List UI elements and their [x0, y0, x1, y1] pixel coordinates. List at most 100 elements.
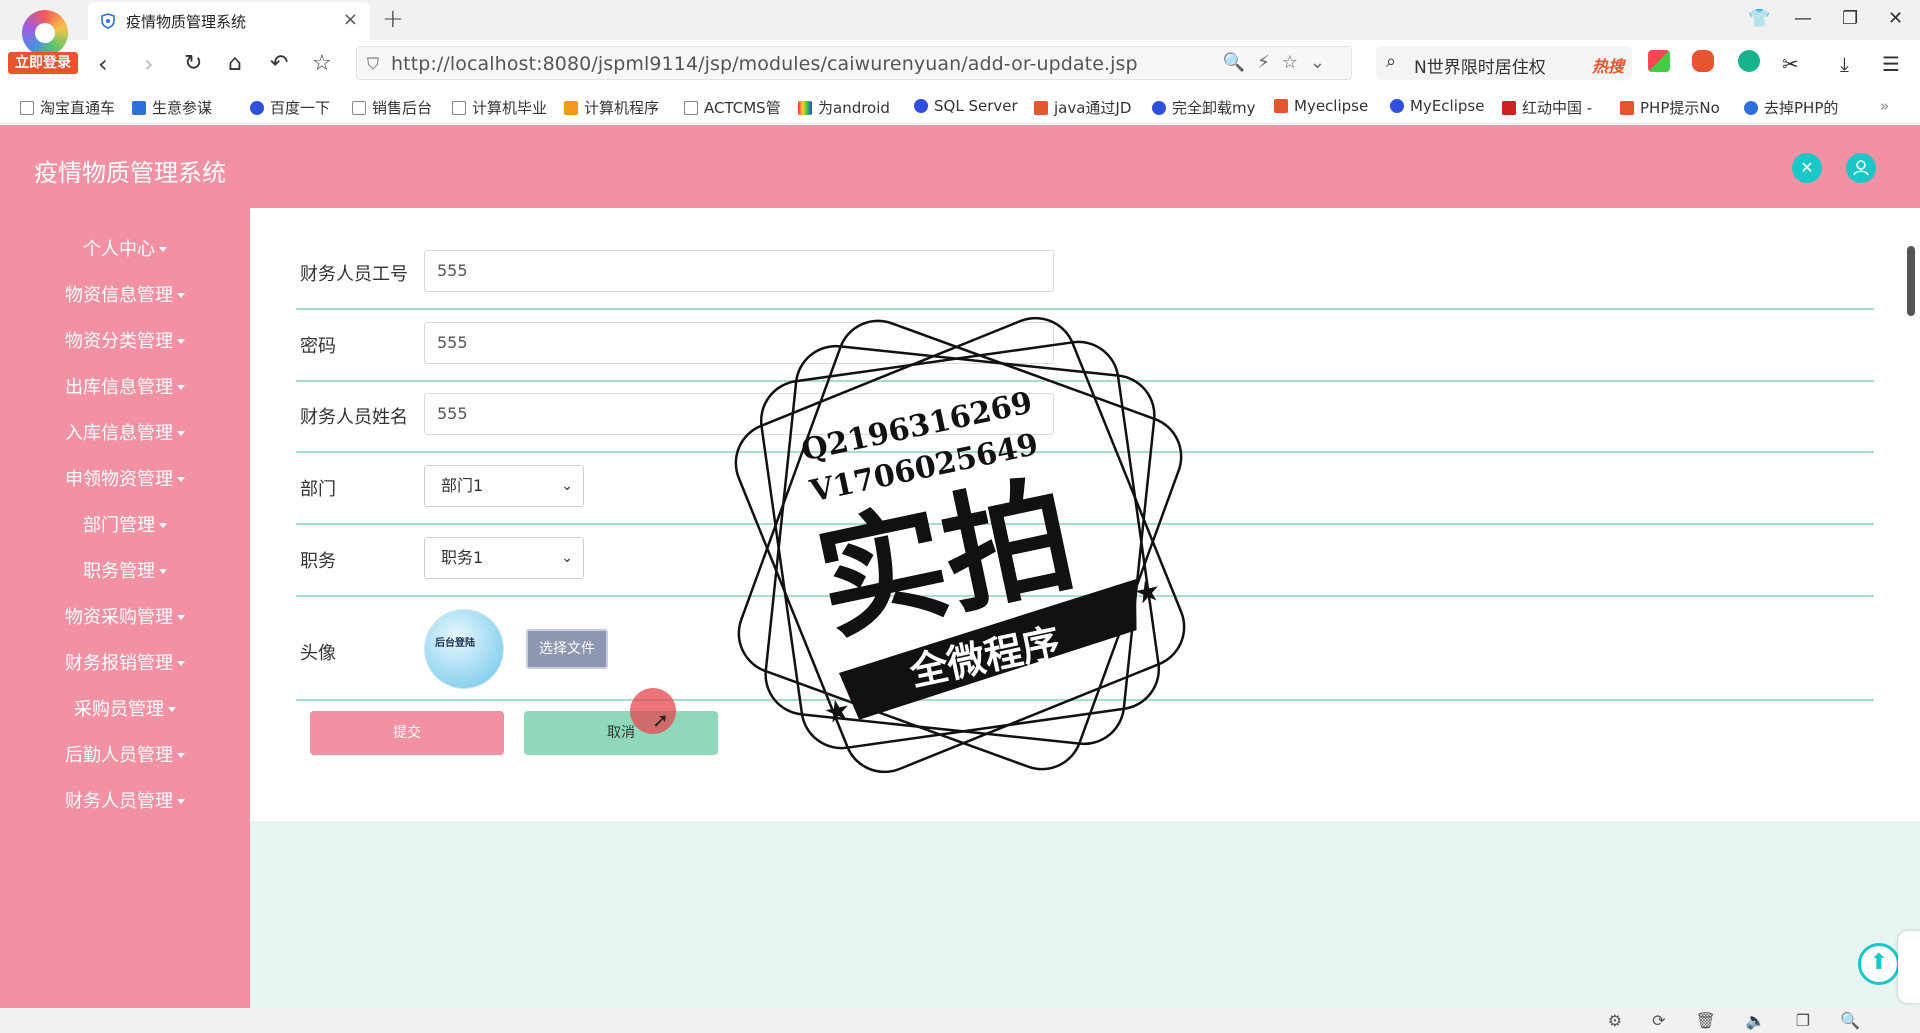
- address-bar-tools-icon[interactable]: 🔍⚡☆⌄: [1223, 52, 1337, 73]
- user-icon[interactable]: [1846, 153, 1876, 183]
- bookmark-item[interactable]: 生意参谋: [132, 97, 212, 118]
- csdn-icon: [1034, 101, 1048, 115]
- forward-icon[interactable]: ›: [144, 50, 154, 78]
- sidebar-item-department[interactable]: 部门管理: [0, 503, 250, 549]
- sidebar-item-profile[interactable]: 个人中心: [0, 227, 250, 273]
- app-header: 疫情物质管理系统 ✕: [0, 125, 1920, 208]
- department-label: 部门: [300, 479, 336, 500]
- site-info-icon[interactable]: ⛉: [367, 54, 379, 74]
- csdn-icon: [1620, 101, 1634, 115]
- browser-statusbar: ⚙⟳🗑🔈❐🔍: [0, 1008, 1920, 1033]
- bookmark-item[interactable]: 完全卸载my: [1152, 97, 1256, 118]
- form-row-password: 密码 555: [296, 322, 1874, 382]
- baidu-icon: [914, 99, 928, 113]
- sidebar-item-position[interactable]: 职务管理: [0, 549, 250, 595]
- download-icon[interactable]: ⤓: [1840, 50, 1849, 78]
- bookmark-item[interactable]: SQL Server: [914, 97, 1018, 115]
- sidebar-item-finance-staff[interactable]: 财务人员管理: [0, 779, 250, 825]
- bookmark-item[interactable]: 百度一下: [250, 97, 330, 118]
- side-float-badge[interactable]: [1898, 931, 1920, 1003]
- sidebar-item-inbound[interactable]: 入库信息管理: [0, 411, 250, 457]
- sidebar-item-material-info[interactable]: 物资信息管理: [0, 273, 250, 319]
- login-badge[interactable]: 立即登录: [8, 52, 78, 74]
- position-select[interactable]: 职务1 ⌄: [424, 537, 584, 579]
- caret-down-icon: [177, 799, 185, 804]
- taobao-icon: [564, 101, 578, 115]
- form-row-staff-id: 财务人员工号 555: [296, 250, 1874, 310]
- address-url[interactable]: http://localhost:8080/jspml9114/jsp/modu…: [391, 53, 1138, 75]
- search-box[interactable]: ⌕ N世界限时居住权 热搜: [1376, 46, 1632, 80]
- bookmark-item[interactable]: 去掉PHP的: [1744, 97, 1838, 118]
- page-icon: [352, 101, 366, 115]
- window-close-icon[interactable]: ✕: [1888, 8, 1903, 29]
- bookmark-item[interactable]: Myeclipse: [1274, 97, 1368, 115]
- department-select[interactable]: 部门1 ⌄: [424, 465, 584, 507]
- bookmark-item[interactable]: 计算机毕业: [452, 97, 547, 118]
- form-row-name: 财务人员姓名 555: [296, 393, 1874, 453]
- search-text[interactable]: N世界限时居住权: [1414, 53, 1546, 78]
- avatar-preview: 后台登陆: [424, 609, 504, 689]
- form-row-avatar: 头像 后台登陆 选择文件: [296, 609, 1874, 701]
- name-input[interactable]: 555: [424, 393, 1054, 435]
- form-row-position: 职务 职务1 ⌄: [296, 537, 1874, 597]
- bookmark-item[interactable]: java通过JD: [1034, 97, 1131, 118]
- home-icon[interactable]: ⌂: [228, 50, 242, 78]
- main-content: 财务人员工号 555 密码 555 财务人员姓名 555 部门 部门1 ⌄ 职务…: [250, 208, 1920, 1008]
- scrollbar-thumb[interactable]: [1907, 246, 1915, 316]
- scroll-to-top-button[interactable]: ⬆: [1858, 943, 1900, 985]
- bookmark-star-icon[interactable]: ☆: [312, 50, 332, 78]
- site-icon: [1744, 101, 1758, 115]
- new-tab-button[interactable]: +: [382, 4, 404, 34]
- position-label: 职务: [300, 551, 336, 572]
- game-icon[interactable]: [1692, 50, 1714, 72]
- avatar-label: 头像: [300, 643, 336, 664]
- site-icon: [798, 101, 812, 115]
- password-input[interactable]: 555: [424, 322, 1054, 364]
- address-bar[interactable]: ⛉ http://localhost:8080/jspml9114/jsp/mo…: [356, 46, 1352, 80]
- choose-file-button[interactable]: 选择文件: [526, 629, 608, 669]
- site-icon: [1502, 101, 1516, 115]
- browser-logo-icon: [22, 10, 68, 56]
- bookmark-item[interactable]: ACTCMS管: [684, 97, 781, 118]
- bookmark-item[interactable]: MyEclipse: [1390, 97, 1484, 115]
- bookmark-item[interactable]: 红动中国 -: [1502, 97, 1592, 118]
- bookmark-item[interactable]: PHP提示No: [1620, 97, 1720, 118]
- menu-icon[interactable]: ☰: [1882, 50, 1900, 78]
- cancel-button[interactable]: 取消: [524, 711, 718, 755]
- submit-button[interactable]: 提交: [310, 711, 504, 755]
- scissors-icon[interactable]: ✂: [1782, 50, 1799, 78]
- sidebar-item-logistics[interactable]: 后勤人员管理: [0, 733, 250, 779]
- skin-icon[interactable]: 👕: [1748, 8, 1770, 29]
- fullscreen-icon[interactable]: ✕: [1792, 153, 1822, 183]
- sidebar-item-outbound[interactable]: 出库信息管理: [0, 365, 250, 411]
- sidebar-item-requisition[interactable]: 申领物资管理: [0, 457, 250, 503]
- caret-down-icon: [159, 523, 167, 528]
- sidebar: 个人中心 物资信息管理 物资分类管理 出库信息管理 入库信息管理 申领物资管理 …: [0, 208, 250, 1008]
- bookmark-item[interactable]: 销售后台: [352, 97, 432, 118]
- statusbar-tools-icon[interactable]: ⚙⟳🗑🔈❐🔍: [1608, 1011, 1890, 1030]
- bookmark-item[interactable]: 淘宝直通车: [20, 97, 115, 118]
- browser-logo[interactable]: 立即登录: [8, 10, 78, 74]
- sidebar-item-reimbursement[interactable]: 财务报销管理: [0, 641, 250, 687]
- staff-id-input[interactable]: 555: [424, 250, 1054, 292]
- csdn-icon: [1274, 99, 1288, 113]
- baidu-icon: [250, 101, 264, 115]
- reload-icon[interactable]: ↻: [184, 50, 202, 78]
- bookmark-item[interactable]: 计算机程序: [564, 97, 659, 118]
- minimize-icon[interactable]: —: [1794, 8, 1812, 29]
- tab-close-icon[interactable]: ×: [343, 9, 358, 30]
- sidebar-item-purchase[interactable]: 物资采购管理: [0, 595, 250, 641]
- bookmark-item[interactable]: 为android: [798, 97, 890, 118]
- sidebar-item-purchaser[interactable]: 采购员管理: [0, 687, 250, 733]
- search-icon: ⌕: [1386, 51, 1397, 72]
- browser-tab-active[interactable]: 疫情物质管理系统 ×: [88, 2, 370, 40]
- back-icon[interactable]: ‹: [98, 50, 108, 78]
- browser-titlebar: 疫情物质管理系统 × + 👕 — ❐ ✕: [0, 0, 1920, 40]
- caret-down-icon: [159, 569, 167, 574]
- extension-icon[interactable]: [1738, 50, 1760, 72]
- undo-icon[interactable]: ↶: [270, 50, 288, 78]
- apps-grid-icon[interactable]: [1648, 50, 1670, 72]
- sidebar-item-material-category[interactable]: 物资分类管理: [0, 319, 250, 365]
- restore-icon[interactable]: ❐: [1842, 8, 1858, 29]
- bookmarks-more-icon[interactable]: »: [1880, 97, 1889, 115]
